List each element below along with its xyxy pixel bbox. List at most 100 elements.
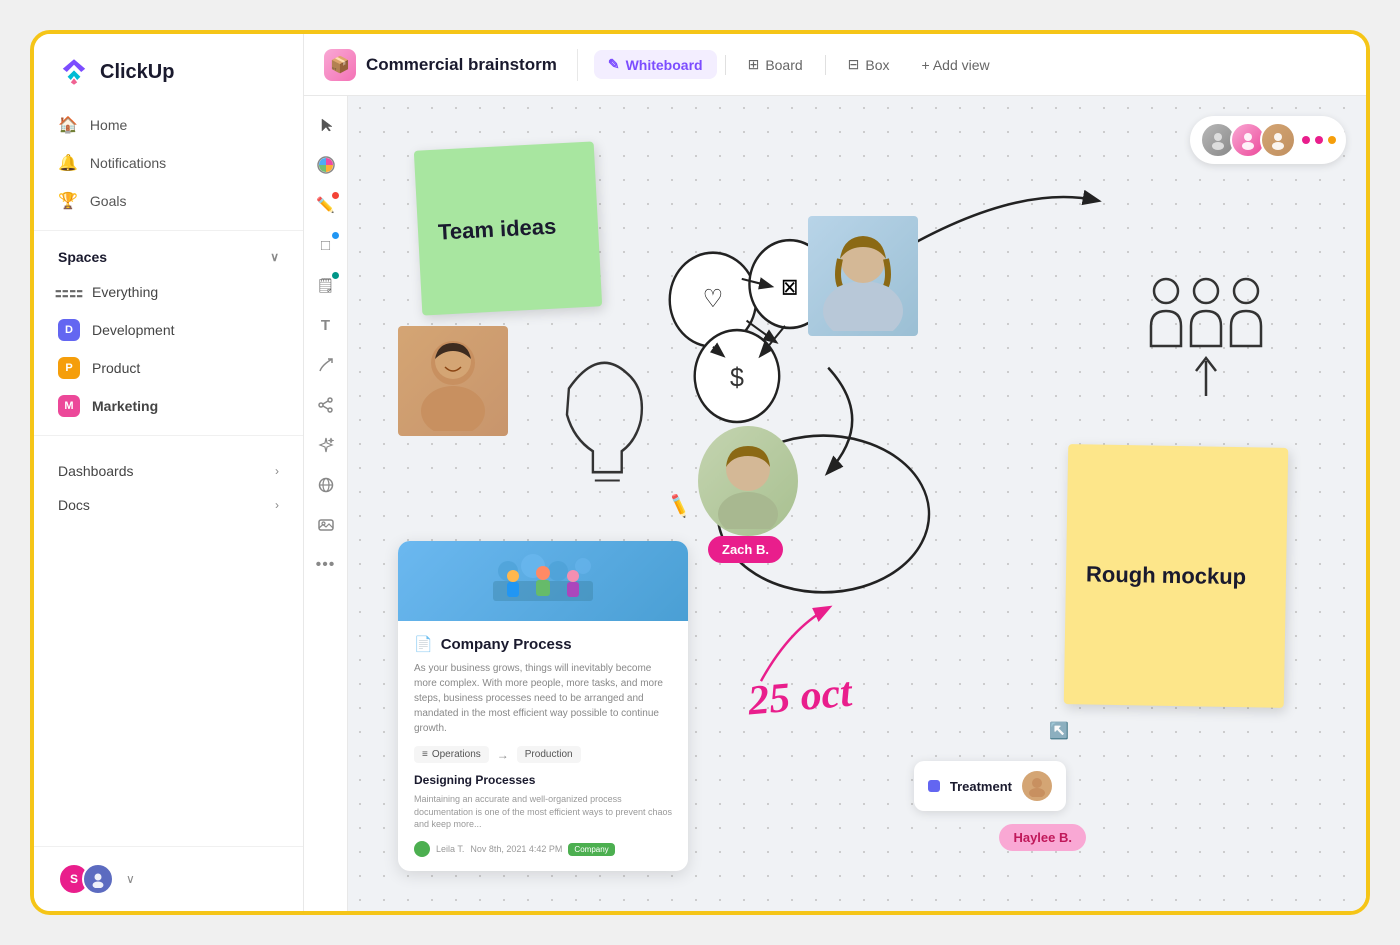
collaborator-avatar-3 <box>1260 122 1296 158</box>
cursor-pointer: ↖️ <box>1049 721 1069 741</box>
topbar-title-area: 📦 Commercial brainstorm <box>324 49 578 81</box>
nav-home-label: Home <box>90 117 127 133</box>
text-icon: T <box>321 317 330 334</box>
add-view-button[interactable]: + Add view <box>908 51 1004 79</box>
development-dot: D <box>58 319 80 341</box>
main-content: 📦 Commercial brainstorm ✎ Whiteboard ⊞ B… <box>304 34 1366 911</box>
sparkle-tool[interactable] <box>309 428 343 462</box>
more-options[interactable]: ••• <box>309 548 343 582</box>
bell-icon: 🔔 <box>58 153 78 173</box>
divider-1 <box>34 230 303 231</box>
doc-section-text: Maintaining an accurate and well-organiz… <box>414 793 672 831</box>
person-photo-female-1 <box>808 216 918 336</box>
nav-goals[interactable]: 🏆 Goals <box>46 182 291 220</box>
globe-tool[interactable] <box>309 468 343 502</box>
doc-card-tags: ≡ Operations → Production <box>414 746 672 763</box>
space-product-label: Product <box>92 360 140 376</box>
space-everything[interactable]: ⚏⚏ Everything <box>34 273 303 311</box>
doc-title-text: Company Process <box>441 636 572 653</box>
tab-box[interactable]: ⊟ Box <box>834 50 904 79</box>
list-icon: ≡ <box>422 749 428 760</box>
pen-icon: ✏️ <box>316 196 335 214</box>
pen-tool[interactable]: ✏️ <box>309 188 343 222</box>
add-view-label: + Add view <box>922 57 990 73</box>
treatment-card[interactable]: Treatment <box>914 761 1066 811</box>
user-avatars: S <box>58 863 114 895</box>
space-everything-label: Everything <box>92 284 158 300</box>
sticky-note-yellow: Rough mockup <box>1064 444 1289 708</box>
user-menu-chevron-icon[interactable]: ∨ <box>126 872 135 886</box>
app-frame: ClickUp 🏠 Home 🔔 Notifications 🏆 Goals S… <box>30 30 1370 915</box>
image-tool[interactable] <box>309 508 343 542</box>
treatment-label: Treatment <box>950 779 1012 794</box>
doc-section-title: Designing Processes <box>414 773 672 787</box>
tag-list-icon: ≡ Operations <box>414 746 489 763</box>
nav-home[interactable]: 🏠 Home <box>46 106 291 144</box>
sticky-status-dot <box>332 272 339 279</box>
connector-tool[interactable] <box>309 348 343 382</box>
whiteboard-tab-label: Whiteboard <box>626 57 703 73</box>
canvas-toolbar: ✏️ □ 🗒 T <box>304 96 348 911</box>
spaces-section-header[interactable]: Spaces ∨ <box>34 241 303 273</box>
bottom-nav: Dashboards › Docs › <box>34 454 303 522</box>
whiteboard-tab-icon: ✎ <box>608 56 620 73</box>
title-icon: 📦 <box>324 49 356 81</box>
tab-separator-1 <box>725 55 726 75</box>
people-icons-group <box>1146 266 1266 406</box>
spaces-chevron-icon: ∨ <box>270 250 279 264</box>
clickup-logo-icon <box>58 56 90 88</box>
home-icon: 🏠 <box>58 115 78 135</box>
nav-notifications[interactable]: 🔔 Notifications <box>46 144 291 182</box>
color-palette-tool[interactable] <box>309 148 343 182</box>
box-tab-icon: ⊟ <box>848 56 860 73</box>
date-annotation: 25 oct <box>746 669 854 726</box>
avatar-dot-3 <box>1328 136 1336 144</box>
space-product[interactable]: P Product <box>34 349 303 387</box>
tab-whiteboard[interactable]: ✎ Whiteboard <box>594 50 717 79</box>
docs-section[interactable]: Docs › <box>46 488 291 522</box>
haylee-name: Haylee B. <box>1013 830 1072 845</box>
space-development[interactable]: D Development <box>34 311 303 349</box>
date-text: 25 oct <box>746 670 853 725</box>
dashboards-label: Dashboards <box>58 463 134 479</box>
doc-footer: Leila T. Nov 8th, 2021 4:42 PM Company <box>414 841 672 857</box>
tag-production: Production <box>517 746 581 763</box>
sticky-icon: 🗒 <box>317 277 335 294</box>
cursor-tool[interactable] <box>309 108 343 142</box>
dashboards-chevron-icon: › <box>275 464 279 478</box>
pen-status-dot <box>332 192 339 199</box>
logo-area: ClickUp <box>34 34 303 106</box>
sidebar: ClickUp 🏠 Home 🔔 Notifications 🏆 Goals S… <box>34 34 304 911</box>
dashboards-section[interactable]: Dashboards › <box>46 454 291 488</box>
team-illustration <box>1146 266 1266 406</box>
document-card[interactable]: 📄 Company Process As your business grows… <box>398 541 688 871</box>
sticky-green-text: Team ideas <box>437 213 556 245</box>
shape-status-dot <box>332 232 339 239</box>
whiteboard-canvas[interactable]: Team ideas Rough mockup <box>348 96 1366 911</box>
ellipsis-icon: ••• <box>316 556 336 574</box>
doc-card-banner <box>398 541 688 621</box>
nav-notifications-label: Notifications <box>90 155 166 171</box>
spaces-label: Spaces <box>58 249 107 265</box>
board-tab-label: Board <box>765 57 802 73</box>
share-tool[interactable] <box>309 388 343 422</box>
name-tag-zach: Zach B. <box>708 536 783 563</box>
nav-goals-label: Goals <box>90 193 127 209</box>
sticky-tool[interactable]: 🗒 <box>309 268 343 302</box>
space-marketing[interactable]: M Marketing <box>34 387 303 425</box>
sticky-note-green: Team ideas <box>414 141 602 315</box>
view-tabs: ✎ Whiteboard ⊞ Board ⊟ Box + Add view <box>578 50 1004 79</box>
tab-board[interactable]: ⊞ Board <box>734 50 817 79</box>
text-tool[interactable]: T <box>309 308 343 342</box>
shape-tool[interactable]: □ <box>309 228 343 262</box>
tag-production-label: Production <box>525 749 573 760</box>
main-nav: 🏠 Home 🔔 Notifications 🏆 Goals <box>34 106 303 220</box>
space-marketing-label: Marketing <box>92 398 158 414</box>
everything-icon: ⚏⚏ <box>58 281 80 303</box>
canvas-collaborators <box>1190 116 1346 164</box>
person-photo-male <box>398 326 508 436</box>
product-dot: P <box>58 357 80 379</box>
goals-icon: 🏆 <box>58 191 78 211</box>
tab-separator-2 <box>825 55 826 75</box>
person-photo-female-2 <box>698 426 798 536</box>
